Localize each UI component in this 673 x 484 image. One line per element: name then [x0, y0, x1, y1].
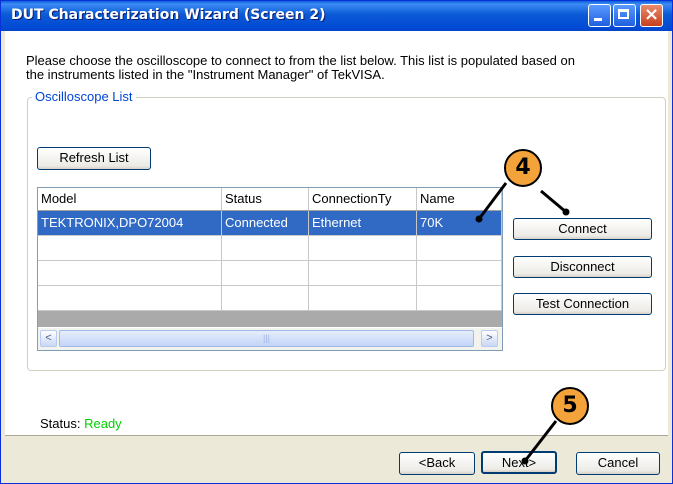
- callout-5-leader: [523, 420, 558, 462]
- step-5-callout: 5: [551, 387, 589, 425]
- callout-4-leader-right: [540, 189, 567, 214]
- step-4-callout: 4: [504, 149, 542, 187]
- callout-4-dot-left: [475, 215, 483, 223]
- callout-4-leader-left: [477, 182, 508, 220]
- callout-5-dot: [521, 457, 529, 465]
- wizard-window: DUT Characterization Wizard (Screen 2) ×…: [0, 0, 673, 484]
- callout-4-dot-right: [562, 208, 570, 216]
